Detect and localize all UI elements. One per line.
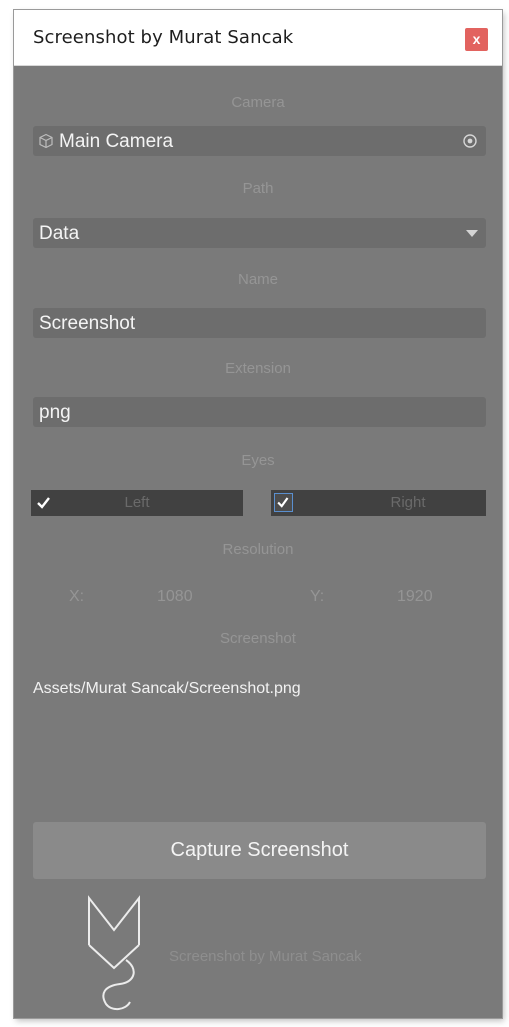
title-bar[interactable]: Screenshot by Murat Sancak x <box>14 10 502 66</box>
path-value: Data <box>39 223 80 244</box>
resolution-x-label: X: <box>69 588 85 605</box>
editor-window: Screenshot by Murat Sancak x Camera Main… <box>14 10 502 1018</box>
object-picker-icon[interactable] <box>462 133 478 149</box>
extension-label: Extension <box>225 360 291 377</box>
resolution-label: Resolution <box>222 541 294 558</box>
checkmark-icon <box>277 497 289 508</box>
extension-value: png <box>39 402 71 423</box>
right-eye-toggle[interactable]: Right <box>271 490 486 516</box>
camera-object-icon <box>39 133 53 149</box>
resolution-y-input[interactable]: 1920 <box>397 588 433 606</box>
camera-value: Main Camera <box>59 131 174 152</box>
right-eye-label: Right <box>390 494 426 511</box>
footer-logo-text: Screenshot by Murat Sancak <box>169 948 362 965</box>
camera-label: Camera <box>231 94 285 111</box>
path-label: Path <box>242 180 274 197</box>
name-label: Name <box>237 271 278 288</box>
camera-field[interactable]: Main Camera <box>33 126 486 156</box>
name-input[interactable]: Screenshot <box>33 308 486 338</box>
window-title: Screenshot by Murat Sancak <box>33 27 294 48</box>
path-dropdown[interactable]: Data <box>33 218 486 248</box>
right-eye-checkbox[interactable] <box>274 493 293 512</box>
ms-logo-icon <box>88 895 140 1010</box>
resolution-x-input[interactable]: 1080 <box>157 588 193 606</box>
extension-input[interactable]: png <box>33 397 486 427</box>
chevron-down-icon <box>466 230 478 237</box>
close-button[interactable]: x <box>465 28 488 51</box>
name-value: Screenshot <box>39 313 136 334</box>
screenshot-label: Screenshot <box>220 630 296 647</box>
screenshot-path: Assets/Murat Sancak/Screenshot.png <box>33 680 301 697</box>
left-eye-toggle[interactable]: Left <box>31 490 243 516</box>
capture-screenshot-button[interactable]: Capture Screenshot <box>33 822 486 879</box>
resolution-y-label: Y: <box>310 588 325 605</box>
left-eye-label: Left <box>124 494 150 511</box>
eyes-label: Eyes <box>241 452 275 469</box>
